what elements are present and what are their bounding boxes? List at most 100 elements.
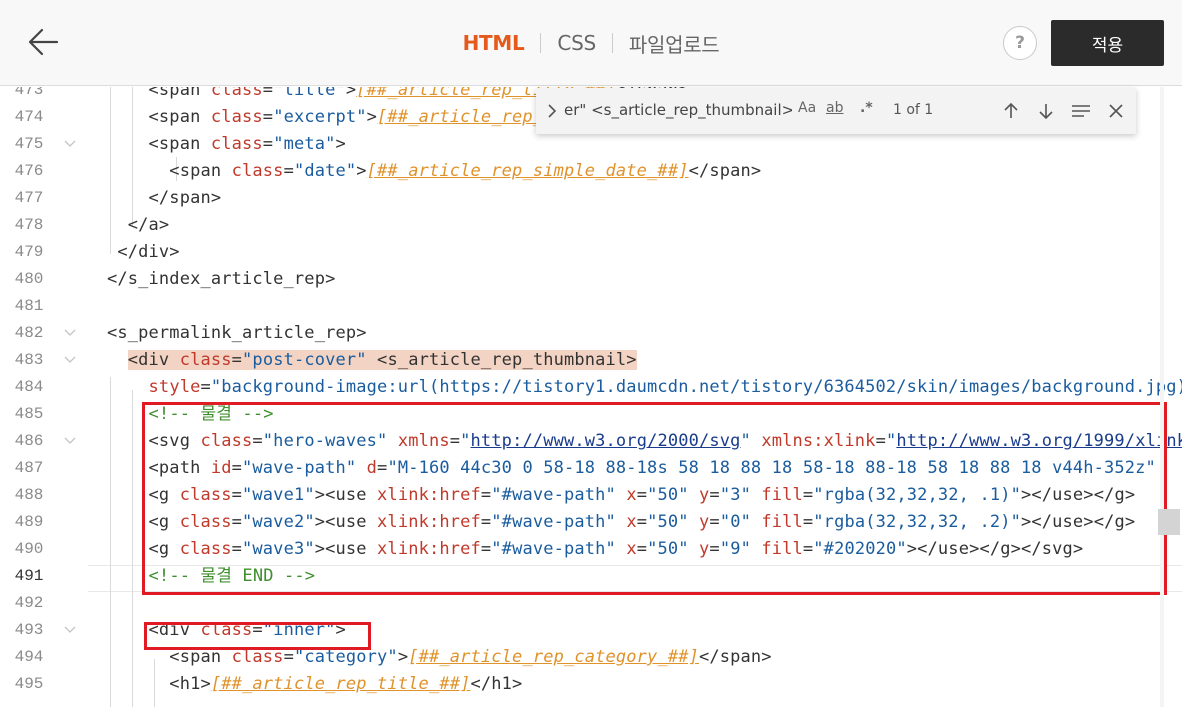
code-token: </span> (698, 647, 772, 667)
list-lines-icon (1072, 105, 1090, 117)
code-token: <span (107, 107, 211, 127)
code-line[interactable]: 479 </div> (0, 239, 1182, 266)
apply-button[interactable]: 적용 (1051, 20, 1164, 66)
code-token: > (397, 647, 409, 667)
fold-chevron-icon[interactable] (64, 436, 76, 446)
code-token: <span (107, 647, 232, 667)
next-match-button[interactable] (1035, 100, 1057, 122)
code-token: class (231, 161, 284, 181)
code-line[interactable]: 480 </s_index_article_rep> (0, 266, 1182, 293)
code-editor[interactable]: 473 <span class="title">[##_article_rep_… (0, 87, 1182, 707)
code-token: = (283, 647, 294, 667)
line-number: 480 (14, 270, 44, 288)
code-text: <span class="date">[##_article_rep_simpl… (107, 158, 761, 185)
code-token: "excerpt" (273, 107, 367, 127)
code-line[interactable]: 482 <s_permalink_article_rep> (0, 320, 1182, 347)
code-token: <h1> (107, 674, 211, 694)
code-token: = (262, 134, 274, 154)
fold-chevron-icon[interactable] (64, 625, 76, 635)
line-number: 488 (14, 486, 44, 504)
tab-css[interactable]: CSS (555, 31, 597, 55)
find-input[interactable]: er" <s_article_rep_thumbnail> (564, 94, 792, 126)
code-text: </s_index_article_rep> (107, 266, 335, 293)
line-number: 485 (14, 405, 44, 423)
code-token: </h1> (470, 674, 523, 694)
scrollbar-thumb[interactable] (1158, 509, 1180, 535)
code-token: </s_index_article_rep> (107, 269, 336, 289)
line-number: 486 (14, 432, 44, 450)
line-number: 483 (14, 351, 44, 369)
line-number: 481 (14, 297, 44, 315)
previous-match-button[interactable] (1000, 100, 1022, 122)
code-line[interactable]: 481 (0, 293, 1182, 320)
code-text: <div class="post-cover" <s_article_rep_t… (107, 347, 637, 374)
code-token: > (356, 161, 367, 181)
arrow-down-icon (1039, 104, 1053, 120)
whole-word-toggle[interactable]: ab (826, 100, 843, 122)
toggle-replace-button[interactable] (544, 100, 560, 122)
highlight-box-waves (142, 402, 1167, 595)
code-text: <span class="meta"> (107, 131, 346, 158)
line-number: 484 (14, 378, 44, 396)
code-text: </span> (107, 185, 222, 212)
line-number: 482 (14, 324, 44, 342)
code-line[interactable]: 476 <span class="date">[##_article_rep_s… (0, 158, 1182, 185)
find-in-selection-button[interactable] (1070, 100, 1092, 122)
code-token: [##_article_rep_title_##] (210, 674, 471, 694)
code-token: > (366, 107, 378, 127)
code-token: = (231, 350, 243, 370)
code-token: > (345, 87, 357, 100)
line-number: 489 (14, 513, 44, 531)
arrow-left-icon (28, 28, 59, 56)
code-text: style="background-image:url(https://tist… (107, 374, 1182, 401)
code-line[interactable]: 484 style="background-image:url(https://… (0, 374, 1182, 401)
code-line[interactable]: 475 <span class="meta"> (0, 131, 1182, 158)
highlight-box-inner-div (144, 622, 371, 650)
code-token: <s_permalink_article_rep> (107, 323, 367, 343)
line-number: 492 (14, 594, 44, 612)
code-line[interactable]: 495 <h1>[##_article_rep_title_##]</h1> (0, 671, 1182, 698)
code-text: <s_permalink_article_rep> (107, 320, 367, 347)
line-number: 475 (14, 135, 44, 153)
code-token: <s_article_rep_thumbnail> (366, 350, 637, 370)
code-token: <div (127, 350, 180, 370)
help-button[interactable]: ? (1003, 26, 1037, 60)
code-line[interactable]: 477 </span> (0, 185, 1182, 212)
line-number: 478 (14, 216, 44, 234)
tab-html[interactable]: HTML (461, 31, 527, 55)
code-token: </a> (107, 215, 170, 235)
code-line[interactable]: 478 </a> (0, 212, 1182, 239)
match-case-toggle[interactable]: Aa (798, 100, 816, 122)
fold-chevron-icon[interactable] (64, 328, 76, 338)
fold-chevron-icon[interactable] (64, 139, 76, 149)
close-icon (1109, 104, 1123, 118)
arrow-up-icon (1004, 102, 1018, 118)
line-number: 479 (14, 243, 44, 261)
match-count: 1 of 1 (893, 102, 934, 118)
code-token: = (262, 107, 274, 127)
line-number: 474 (14, 108, 44, 126)
code-token: <span (107, 161, 232, 181)
code-token: = (200, 377, 211, 397)
code-line[interactable]: 483 <div class="post-cover" <s_article_r… (0, 347, 1182, 374)
code-token: = (283, 161, 294, 181)
code-token: [##_article_rep_category_##] (408, 647, 699, 667)
line-number: 490 (14, 540, 44, 558)
code-text: </a> (107, 212, 169, 239)
back-button[interactable] (26, 24, 62, 60)
vertical-scrollbar[interactable] (1160, 87, 1164, 707)
code-text: <h1>[##_article_rep_title_##]</h1> (107, 671, 522, 698)
code-text: </div> (107, 239, 180, 266)
code-token: "category" (293, 647, 398, 667)
code-token: "meta" (273, 134, 336, 154)
tab-divider (540, 33, 542, 53)
code-token: [##_article_rep_simple_date_##] (366, 161, 689, 181)
fold-chevron-icon[interactable] (64, 355, 76, 365)
regex-toggle[interactable]: .* (860, 100, 873, 122)
tab-file-upload[interactable]: 파일업로드 (627, 29, 722, 58)
close-find-button[interactable] (1105, 100, 1127, 122)
code-token: </span> (688, 161, 762, 181)
line-number: 487 (14, 459, 44, 477)
